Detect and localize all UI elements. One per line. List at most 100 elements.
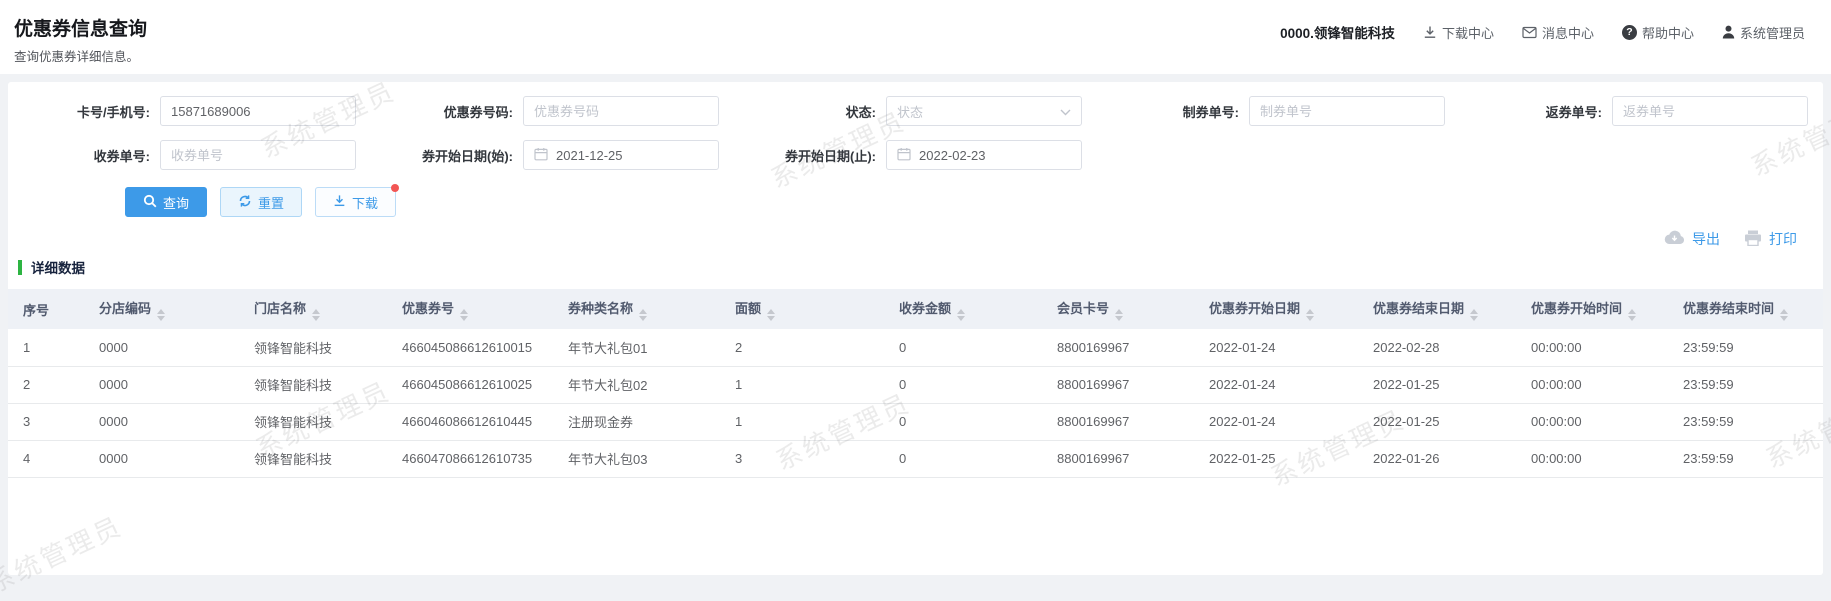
status-select[interactable]: 状态	[886, 96, 1082, 126]
content-card: 卡号/手机号: 优惠券号码: 状态: 状态 制券单号:	[8, 82, 1823, 575]
printer-icon	[1744, 230, 1762, 249]
table-row: 2 0000 领锋智能科技 466045086612610025 年节大礼包02 1 …	[8, 366, 1823, 404]
section-title-text: 详细数据	[31, 261, 85, 276]
col-header-coupon-no[interactable]: 优惠券号	[387, 289, 553, 329]
start-date-from-input[interactable]: 2021-12-25	[523, 140, 719, 170]
calendar-icon	[897, 147, 911, 164]
search-form: 卡号/手机号: 优惠券号码: 状态: 状态 制券单号:	[8, 82, 1823, 217]
sort-icon	[957, 308, 966, 321]
export-link[interactable]: 导出	[1664, 229, 1720, 249]
field-make-order: 制券单号:	[1097, 96, 1460, 126]
refresh-icon	[238, 194, 252, 211]
topbar-right: 0000.领锋智能科技 下载中心 消息中心 ? 帮助中心 系统管理员	[1280, 22, 1805, 42]
user-icon	[1722, 25, 1735, 39]
col-header-branch-code[interactable]: 分店编码	[84, 289, 239, 329]
page-subtitle: 查询优惠券详细信息。	[14, 50, 140, 64]
card-no-input[interactable]	[160, 96, 356, 126]
col-header-store-name[interactable]: 门店名称	[239, 289, 387, 329]
message-center-link[interactable]: 消息中心	[1522, 23, 1594, 42]
make-order-label: 制券单号:	[1182, 104, 1239, 120]
download-center-label: 下载中心	[1441, 25, 1494, 41]
cloud-download-icon	[1664, 230, 1685, 248]
start-date-from-value: 2021-12-25	[556, 147, 623, 163]
sort-icon	[1780, 308, 1789, 321]
download-icon	[1423, 25, 1437, 39]
coupon-no-input[interactable]	[523, 96, 719, 126]
export-label: 导出	[1692, 231, 1720, 247]
form-row-1: 卡号/手机号: 优惠券号码: 状态: 状态 制券单号:	[8, 96, 1823, 126]
help-center-label: 帮助中心	[1641, 25, 1694, 41]
section-accent-bar	[18, 259, 22, 275]
receive-order-label: 收券单号:	[93, 148, 150, 164]
print-link[interactable]: 打印	[1744, 229, 1797, 249]
field-return-order: 返券单号:	[1460, 96, 1823, 126]
table-row: 4 0000 领锋智能科技 466047086612610735 年节大礼包03 3 …	[8, 440, 1823, 478]
field-coupon-no: 优惠券号码:	[371, 96, 734, 126]
start-date-from-label: 券开始日期(始):	[422, 148, 513, 164]
table-toolbar: 导出 打印	[8, 217, 1823, 249]
sort-icon	[767, 308, 776, 321]
search-icon	[143, 194, 157, 211]
coupon-table: 序号 分店编码 门店名称 优惠券号 券种类名称 面额 收券金额 会员卡号 优惠券…	[8, 289, 1823, 478]
col-header-end-time[interactable]: 优惠券结束时间	[1668, 289, 1823, 329]
sort-icon	[1115, 308, 1124, 321]
coupon-no-label: 优惠券号码:	[443, 104, 513, 120]
form-buttons: 查询 重置 下载	[125, 184, 1823, 217]
page-title: 优惠券信息查询	[14, 19, 148, 40]
company-name: 0000.领锋智能科技	[1280, 26, 1395, 41]
receive-order-input[interactable]	[160, 140, 356, 170]
section-title: 详细数据	[18, 257, 1823, 277]
print-label: 打印	[1769, 231, 1797, 247]
table-row: 1 0000 领锋智能科技 466045086612610015 年节大礼包01 2 …	[8, 329, 1823, 367]
form-row-2: 收券单号: 券开始日期(始): 2021-12-25 券开始日期(止):	[8, 140, 1823, 170]
help-icon: ?	[1621, 24, 1637, 40]
message-icon	[1522, 26, 1537, 39]
make-order-input[interactable]	[1249, 96, 1445, 126]
chevron-down-icon	[1060, 104, 1071, 119]
col-header-received-amount[interactable]: 收券金额	[884, 289, 1042, 329]
download-button[interactable]: 下载	[315, 184, 400, 217]
calendar-icon	[534, 147, 548, 164]
download-arrow-icon	[333, 194, 346, 210]
col-header-member-card[interactable]: 会员卡号	[1042, 289, 1194, 329]
status-label: 状态:	[845, 104, 876, 120]
col-header-coupon-type[interactable]: 券种类名称	[553, 289, 720, 329]
col-header-start-time[interactable]: 优惠券开始时间	[1516, 289, 1668, 329]
topbar: 优惠券信息查询 查询优惠券详细信息。 0000.领锋智能科技 下载中心 消息中心…	[0, 0, 1831, 74]
col-header-index: 序号	[8, 289, 84, 329]
table-header-row: 序号 分店编码 门店名称 优惠券号 券种类名称 面额 收券金额 会员卡号 优惠券…	[8, 289, 1823, 329]
return-order-input[interactable]	[1612, 96, 1808, 126]
start-date-to-input[interactable]: 2022-02-23	[886, 140, 1082, 170]
col-header-start-date[interactable]: 优惠券开始日期	[1194, 289, 1358, 329]
notification-dot	[391, 184, 400, 192]
start-date-to-value: 2022-02-23	[919, 147, 986, 163]
col-header-face-value[interactable]: 面额	[720, 289, 884, 329]
field-card-no: 卡号/手机号:	[8, 96, 371, 126]
field-receive-order: 收券单号:	[8, 140, 371, 170]
sort-icon	[1628, 308, 1637, 321]
current-user-label: 系统管理员	[1739, 25, 1805, 41]
start-date-to-label: 券开始日期(止):	[785, 148, 876, 164]
reset-button[interactable]: 重置	[220, 187, 303, 217]
current-user-link[interactable]: 系统管理员	[1722, 23, 1805, 42]
return-order-label: 返券单号:	[1545, 104, 1602, 120]
message-center-label: 消息中心	[1541, 25, 1594, 41]
field-start-date-to: 券开始日期(止): 2022-02-23	[734, 140, 1097, 170]
sort-icon	[639, 308, 648, 321]
download-button-label: 下载	[352, 195, 379, 211]
table-row: 3 0000 领锋智能科技 466046086612610445 注册现金券 1 08…	[8, 403, 1823, 441]
title-block: 优惠券信息查询 查询优惠券详细信息。	[14, 12, 147, 65]
sort-icon	[1306, 308, 1315, 321]
help-center-link[interactable]: ? 帮助中心	[1621, 23, 1694, 42]
sort-icon	[1470, 308, 1479, 321]
status-select-placeholder: 状态	[897, 104, 924, 120]
download-center-link[interactable]: 下载中心	[1423, 23, 1494, 42]
query-button-label: 查询	[163, 195, 190, 211]
reset-button-label: 重置	[258, 195, 285, 211]
sort-icon	[460, 308, 469, 321]
card-no-label: 卡号/手机号:	[77, 104, 150, 120]
col-header-end-date[interactable]: 优惠券结束日期	[1358, 289, 1516, 329]
query-button[interactable]: 查询	[125, 187, 208, 217]
field-status: 状态: 状态	[734, 96, 1097, 126]
sort-icon	[312, 308, 321, 321]
